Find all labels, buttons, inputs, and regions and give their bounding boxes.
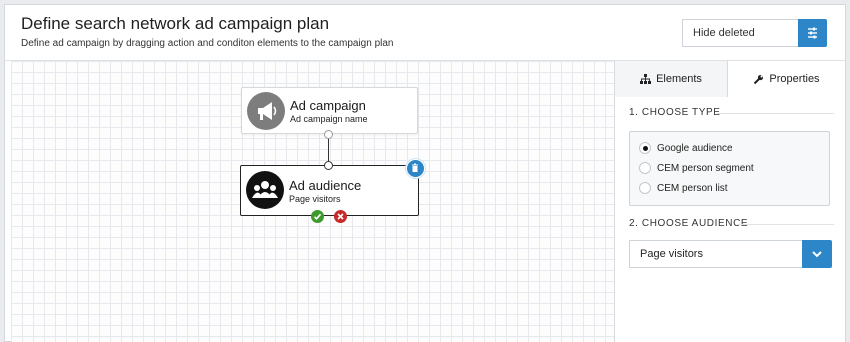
tab-elements[interactable]: Elements <box>615 61 728 97</box>
node-title: Ad audience <box>289 178 362 193</box>
panel-tabs: Elements Properties <box>615 61 845 98</box>
radio-label: Google audience <box>657 142 733 154</box>
node-subtitle: Page visitors <box>289 194 341 204</box>
people-group-icon <box>246 171 284 209</box>
output-port[interactable] <box>324 130 333 139</box>
type-radio-group: Google audience CEM person segment CEM p… <box>629 131 830 206</box>
node-subtitle: Ad campaign name <box>290 114 368 124</box>
tab-label: Elements <box>656 73 702 85</box>
wrench-icon <box>754 74 764 84</box>
audience-select[interactable]: Page visitors <box>629 240 802 268</box>
radio-label: CEM person list <box>657 182 728 194</box>
chevron-down-icon <box>812 251 822 258</box>
divider <box>737 224 834 225</box>
confirm-button[interactable] <box>311 210 324 223</box>
radio-button[interactable] <box>639 162 651 174</box>
megaphone-icon <box>247 92 285 130</box>
delete-node-button[interactable] <box>406 159 425 178</box>
tab-properties[interactable]: Properties <box>728 61 845 98</box>
radio-cem-person-list[interactable]: CEM person list <box>639 181 728 195</box>
campaign-plan-canvas[interactable]: Ad campaign Ad campaign name Ad audience… <box>11 61 615 342</box>
ad-campaign-node[interactable]: Ad campaign Ad campaign name <box>241 87 418 134</box>
tab-label: Properties <box>769 73 820 85</box>
radio-label: CEM person segment <box>657 162 754 174</box>
sitemap-icon <box>640 74 652 84</box>
divider <box>717 113 834 114</box>
radio-button[interactable] <box>639 142 651 154</box>
trash-icon <box>412 163 418 172</box>
cancel-button[interactable] <box>334 210 347 223</box>
page-header: Define search network ad campaign plan D… <box>5 5 845 61</box>
hide-deleted-field[interactable]: Hide deleted <box>682 19 798 47</box>
properties-panel: Elements Properties 1. CHOOSE TYPE Googl… <box>615 61 845 342</box>
audience-dropdown-button[interactable] <box>802 240 832 268</box>
close-icon <box>337 213 344 220</box>
filter-settings-button[interactable] <box>798 19 827 47</box>
ad-audience-node[interactable]: Ad audience Page visitors <box>240 165 419 216</box>
check-icon <box>313 213 322 220</box>
sliders-icon <box>808 27 817 39</box>
node-title: Ad campaign <box>290 98 366 113</box>
input-port[interactable] <box>324 161 333 170</box>
page-subtitle: Define ad campaign by dragging action an… <box>21 38 394 49</box>
radio-button[interactable] <box>639 182 651 194</box>
choose-audience-heading: 2. CHOOSE AUDIENCE <box>629 218 749 229</box>
radio-cem-person-segment[interactable]: CEM person segment <box>639 161 754 175</box>
choose-type-heading: 1. CHOOSE TYPE <box>629 107 721 118</box>
app-window: Define search network ad campaign plan D… <box>4 4 846 342</box>
page-title: Define search network ad campaign plan <box>21 14 330 33</box>
radio-google-audience[interactable]: Google audience <box>639 141 733 155</box>
